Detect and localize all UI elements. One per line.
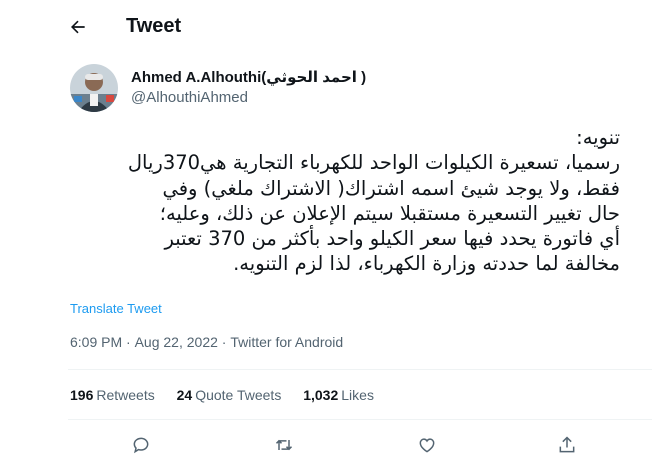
- likes-count: 1,032: [303, 387, 339, 403]
- share-button[interactable]: [550, 428, 584, 462]
- back-button[interactable]: [63, 12, 93, 42]
- share-icon: [559, 436, 575, 453]
- page-title: Tweet: [126, 15, 182, 37]
- retweets-stat[interactable]: 196 Retweets: [70, 387, 155, 403]
- meta-separator: ·: [126, 334, 131, 350]
- author-handle[interactable]: @AlhouthiAhmed: [131, 89, 248, 106]
- tweet-meta: 6:09 PM · Aug 22, 2022 · Twitter for And…: [70, 334, 343, 350]
- translate-tweet-link[interactable]: Translate Tweet: [70, 301, 162, 316]
- arrow-left-icon: [71, 20, 85, 34]
- tweet-actions: [0, 428, 659, 462]
- tweet-time[interactable]: 6:09 PM: [70, 334, 122, 350]
- retweet-button[interactable]: [267, 428, 301, 462]
- tweet-source[interactable]: Twitter for Android: [230, 334, 343, 350]
- like-button[interactable]: [410, 428, 444, 462]
- meta-separator: ·: [221, 334, 227, 350]
- tweet-stats: 196 Retweets 24 Quote Tweets 1,032 Likes: [70, 387, 392, 403]
- quotes-label: Quote Tweets: [195, 387, 282, 403]
- likes-stat[interactable]: 1,032 Likes: [303, 387, 374, 403]
- reply-button[interactable]: [124, 428, 158, 462]
- quote-tweets-stat[interactable]: 24 Quote Tweets: [177, 387, 282, 403]
- tweet-header: Tweet: [0, 0, 659, 53]
- divider: [68, 419, 652, 420]
- tweet-date[interactable]: Aug 22, 2022: [135, 334, 218, 350]
- likes-label: Likes: [341, 387, 374, 403]
- tweet-text: تنويه: رسميا، تسعيرة الكيلوات الواحد للك…: [127, 126, 620, 276]
- reply-icon: [133, 437, 149, 454]
- divider: [68, 369, 652, 370]
- retweets-count: 196: [70, 387, 94, 403]
- quotes-count: 24: [176, 387, 193, 403]
- retweet-icon: [275, 439, 293, 451]
- retweets-label: Retweets: [96, 387, 155, 403]
- like-icon: [419, 438, 435, 453]
- avatar[interactable]: [70, 64, 118, 112]
- author-name[interactable]: Ahmed A.Alhouthi(احمد الحوثي ): [131, 68, 366, 86]
